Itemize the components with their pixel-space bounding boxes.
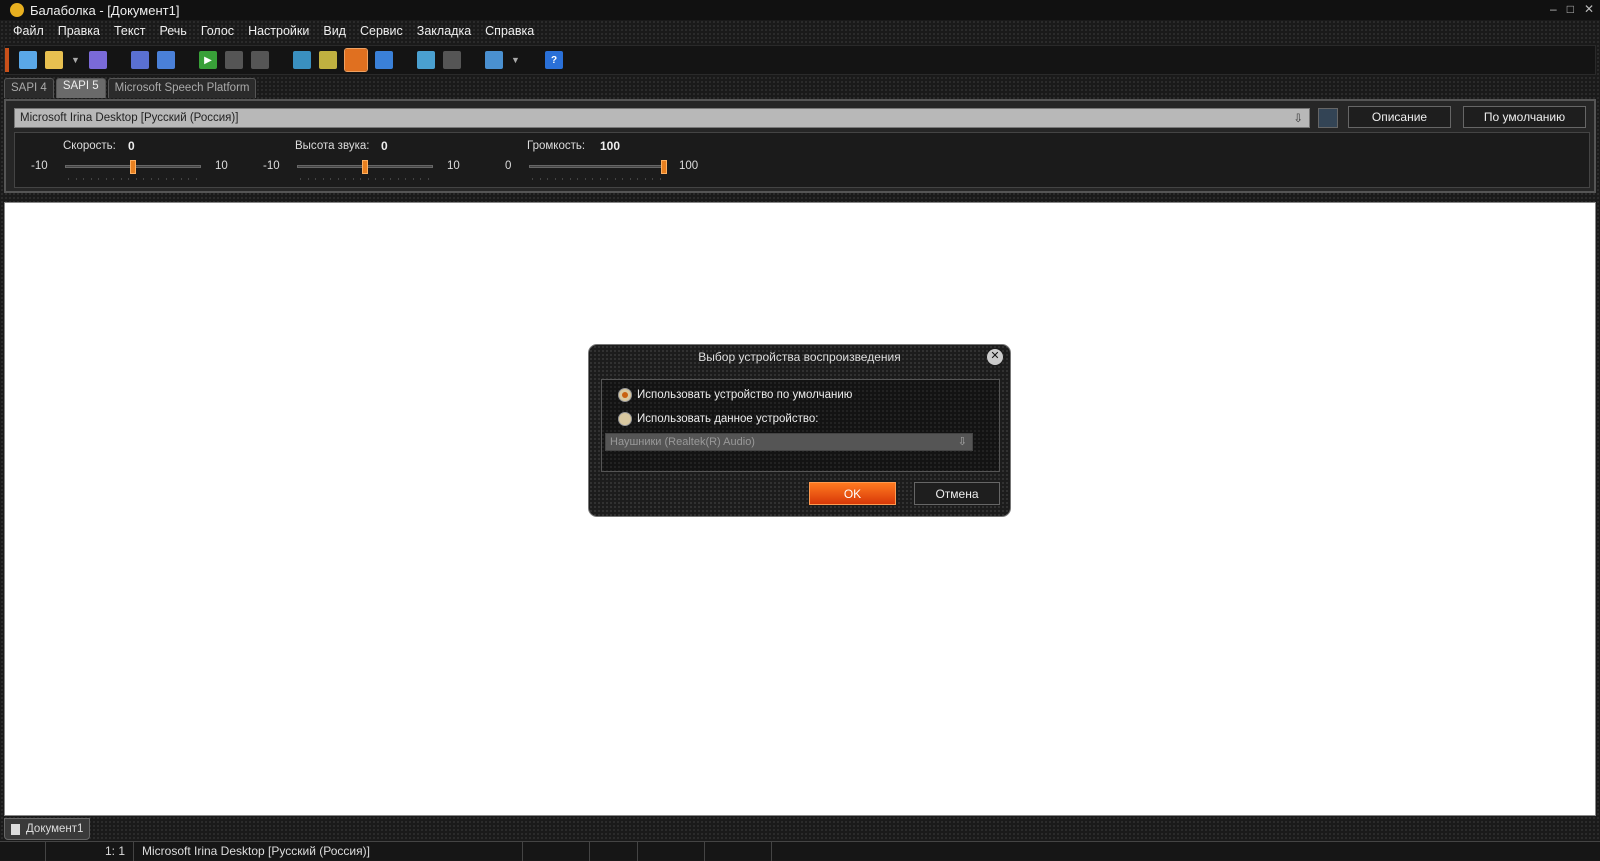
engine-tabs: SAPI 4 SAPI 5 Microsoft Speech Platform — [4, 78, 257, 98]
menu-settings[interactable]: Настройки — [241, 22, 316, 42]
device-select[interactable]: Наушники (Realtek(R) Audio) ⇩ — [605, 433, 973, 451]
pause-icon[interactable] — [225, 51, 243, 69]
pitch-value: 0 — [381, 139, 388, 153]
split-icon[interactable] — [485, 51, 503, 69]
menu-bar: Файл Правка Текст Речь Голос Настройки В… — [0, 22, 541, 42]
menu-edit[interactable]: Правка — [51, 22, 107, 42]
menu-text[interactable]: Текст — [107, 22, 152, 42]
volume-min: 0 — [505, 160, 512, 172]
playback-device-dialog: Выбор устройства воспроизведения ✕ Испол… — [588, 344, 1011, 517]
maximize-button[interactable]: □ — [1567, 2, 1574, 16]
export-audio-icon[interactable] — [131, 51, 149, 69]
slider-thumb[interactable] — [661, 160, 667, 174]
play-icon[interactable]: ▶ — [199, 51, 217, 69]
batch-convert-icon[interactable] — [157, 51, 175, 69]
minimize-button[interactable]: – — [1550, 2, 1557, 16]
tab-sapi4[interactable]: SAPI 4 — [4, 78, 54, 98]
default-button[interactable]: По умолчанию — [1463, 106, 1586, 128]
device-options-group: Использовать устройство по умолчанию Исп… — [601, 379, 1000, 472]
open-dropdown-icon[interactable]: ▼ — [71, 55, 81, 65]
volume-max: 100 — [679, 160, 699, 172]
volume-slider[interactable] — [529, 160, 667, 174]
voice-options-icon[interactable] — [1318, 108, 1338, 128]
help-icon[interactable]: ? — [545, 51, 563, 69]
rate-label: Скорость: — [63, 140, 116, 152]
status-cell — [523, 842, 590, 861]
toolbar: ▼ ▶ ▼ ? — [4, 45, 1596, 75]
rate-min: -10 — [31, 160, 48, 172]
document-icon — [11, 823, 20, 835]
chevron-down-icon: ⇩ — [1293, 113, 1303, 125]
save-icon[interactable] — [89, 51, 107, 69]
radio-default-label: Использовать устройство по умолчанию — [637, 389, 853, 401]
ok-button[interactable]: OK — [809, 482, 896, 505]
cursor-position: 1: 1 — [46, 842, 134, 861]
menu-voice[interactable]: Голос — [194, 22, 241, 42]
describe-button[interactable]: Описание — [1348, 106, 1451, 128]
slider-ticks — [65, 178, 201, 180]
title-bar: Балаболка - [Документ1] – □ ✕ — [0, 0, 1600, 20]
pitch-label: Высота звука: — [295, 140, 370, 152]
status-cell — [590, 842, 638, 861]
device-select-value: Наушники (Realtek(R) Audio) — [610, 436, 755, 448]
window-title: Балаболка - [Документ1] — [30, 2, 180, 18]
open-folder-icon[interactable] — [45, 51, 63, 69]
rate-slider[interactable] — [65, 160, 201, 174]
pitch-slider-group: Высота звука: 0 -10 10 — [261, 133, 501, 189]
remove-bookmark-icon[interactable] — [443, 51, 461, 69]
new-document-icon[interactable] — [19, 51, 37, 69]
menu-help[interactable]: Справка — [478, 22, 541, 42]
dialog-close-icon[interactable]: ✕ — [987, 349, 1003, 365]
status-cell — [638, 842, 705, 861]
volume-value: 100 — [600, 139, 621, 153]
dictionary-icon[interactable] — [375, 51, 393, 69]
slider-thumb[interactable] — [130, 160, 136, 174]
pitch-max: 10 — [447, 160, 460, 172]
rate-slider-group: Скорость: 0 -10 10 — [29, 133, 269, 189]
radio-specific-label: Использовать данное устройство: — [637, 413, 819, 425]
document-tab[interactable]: Документ1 — [4, 818, 90, 840]
status-cell — [705, 842, 772, 861]
menu-file[interactable]: Файл — [6, 22, 51, 42]
rate-value: 0 — [128, 139, 135, 153]
radio-checked-icon — [618, 388, 632, 402]
tab-sapi5[interactable]: SAPI 5 — [55, 78, 106, 98]
pitch-min: -10 — [263, 160, 280, 172]
document-tab-label: Документ1 — [26, 823, 84, 835]
tab-speech-platform[interactable]: Microsoft Speech Platform — [107, 78, 257, 98]
voice-select-value: Microsoft Irina Desktop [Русский (Россия… — [20, 112, 239, 124]
voice-select[interactable]: Microsoft Irina Desktop [Русский (Россия… — [14, 108, 1310, 128]
radio-specific-device[interactable]: Использовать данное устройство: — [618, 412, 818, 426]
slider-thumb[interactable] — [362, 160, 368, 174]
read-clipboard-icon[interactable] — [293, 51, 311, 69]
stop-icon[interactable] — [251, 51, 269, 69]
menu-bookmark[interactable]: Закладка — [410, 22, 478, 42]
slider-ticks — [529, 178, 665, 180]
add-bookmark-icon[interactable] — [417, 51, 435, 69]
chevron-down-icon: ⇩ — [957, 436, 967, 448]
voice-panel: Microsoft Irina Desktop [Русский (Россия… — [4, 99, 1596, 193]
radio-default-device[interactable]: Использовать устройство по умолчанию — [618, 388, 852, 402]
pitch-slider[interactable] — [297, 160, 433, 174]
radio-unchecked-icon — [618, 412, 632, 426]
slider-ticks — [297, 178, 433, 180]
split-dropdown-icon[interactable]: ▼ — [511, 55, 521, 65]
volume-label: Громкость: — [527, 140, 586, 152]
dialog-title: Выбор устройства воспроизведения — [698, 350, 901, 364]
rate-max: 10 — [215, 160, 228, 172]
menu-view[interactable]: Вид — [316, 22, 353, 42]
status-cell — [0, 842, 46, 861]
status-bar: 1: 1 Microsoft Irina Desktop [Русский (Р… — [0, 841, 1600, 861]
status-voice: Microsoft Irina Desktop [Русский (Россия… — [134, 842, 523, 861]
app-logo-icon — [10, 3, 24, 17]
close-button[interactable]: ✕ — [1584, 2, 1594, 16]
volume-slider-group: Громкость: 100 0 100 — [493, 133, 733, 189]
sliders-area: Скорость: 0 -10 10 Высота звука: 0 -10 1… — [14, 132, 1590, 188]
menu-speech[interactable]: Речь — [152, 22, 193, 42]
menu-tools[interactable]: Сервис — [353, 22, 410, 42]
read-files-icon[interactable] — [319, 51, 337, 69]
cancel-button[interactable]: Отмена — [914, 482, 1000, 505]
clipboard-monitor-icon[interactable] — [344, 48, 368, 72]
